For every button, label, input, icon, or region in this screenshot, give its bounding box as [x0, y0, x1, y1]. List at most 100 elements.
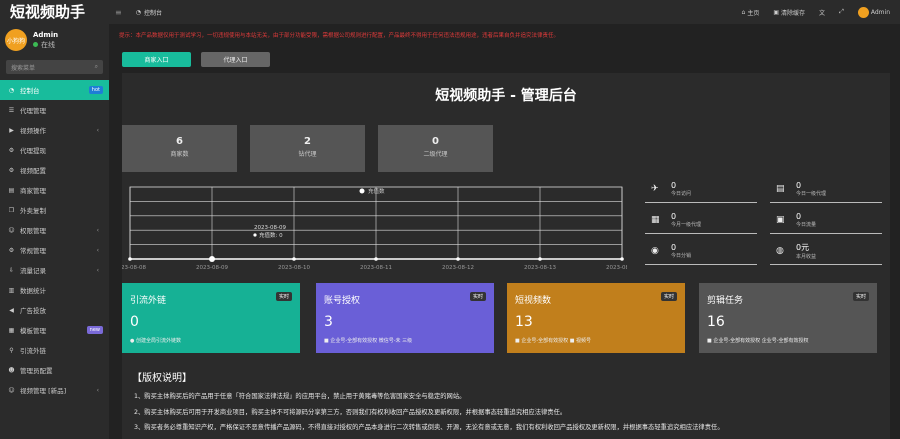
stat-value: 2 [304, 136, 311, 147]
sidebar-item-label: 常规管理 [20, 247, 46, 255]
app-logo[interactable]: 短视频助手 [0, 0, 109, 24]
user-name: Admin [33, 30, 59, 39]
card-tag: 实时 [852, 292, 869, 301]
recharge-line-chart: 2023-08-08 2023-08-09 2023-08-10 2023-08-11… [122, 186, 627, 271]
fullscreen-icon[interactable]: ⤢ [839, 8, 844, 16]
sidebar-item[interactable]: ⚲ 引流外链 [0, 340, 109, 360]
video-icon: ▶ [9, 126, 14, 134]
sidebar-item-label: 代理管理 [20, 107, 46, 115]
home-label: 主页 [747, 9, 760, 17]
wallet-icon: ◍ [776, 246, 784, 256]
card-title: 引流外链 [130, 296, 167, 306]
mini-stat: ▦ 0 今月一级代理 [645, 207, 757, 234]
sidebar-item[interactable]: ▦ 模板管理 new [0, 320, 109, 340]
id-card-icon: ▤ [776, 184, 785, 194]
search-icon[interactable]: ⌕ [95, 63, 98, 71]
sidebar-item[interactable]: ◔ 控制台 hot [0, 80, 109, 100]
user-menu-label: Admin [870, 8, 890, 16]
summary-card[interactable]: 引流外链 实时 0 ● 创建全局引流外链数 [122, 283, 300, 353]
group-icon: ☺ [8, 226, 15, 234]
mini-stat: ▣ 0 今日流量 [770, 207, 882, 234]
tab-label: 控制台 [143, 9, 162, 17]
main-content: 提示：本产品数据仅用于测试学习，一切违规使用与本站无关，由于部分功能受限，需根据… [109, 24, 900, 439]
gear-icon: ⚙ [8, 146, 15, 154]
mini-stat-value: 0 [671, 212, 677, 221]
mini-stat-label: 今日访问 [671, 191, 692, 197]
mini-stat: ◉ 0 今日分销 [645, 238, 757, 265]
summary-card[interactable]: 短视频数 实时 13 ■ 企业号-全部有效授权 ■ 视频号 [507, 283, 685, 353]
sidebar-item-label: 视频配置 [20, 167, 46, 175]
card-title: 短视频数 [515, 296, 552, 306]
sidebar-item[interactable]: ▤ 商家管理 [0, 180, 109, 200]
terms-list: 1、购买主体购买后的产品用于任意「符合国家法律法规」的应用平台，禁止用于黄赌毒等… [134, 389, 884, 436]
dashboard-icon: ◔ [135, 8, 141, 16]
clear-cache-button[interactable]: ▣ 清除缓存 [773, 8, 805, 17]
sidebar-item[interactable]: ☰ 代理管理 [0, 100, 109, 120]
avatar-small [857, 6, 869, 18]
clear-cache-label: 清除缓存 [781, 9, 806, 17]
mini-stat: ▤ 0 今日一级代理 [770, 176, 882, 203]
x-tick-label: 2023-08-10 [278, 265, 310, 271]
tab-dashboard[interactable]: ◔ 控制台 [136, 8, 162, 17]
mini-stats-grid: ✈ 0 今日访问 ▤ 0 今日一级代理 ▦ 0 今月一级代理 ▣ 0 今日流量 ◉ 0 今日分销 ◍ 0元 本月收… [645, 176, 885, 268]
sidebar-item[interactable]: ⚙ 视频配置 [0, 160, 109, 180]
user-panel: 小狗狗 Admin 在线 [0, 24, 109, 56]
term-item: 3、购买者务必尊重知识产权，严格保证不恶意传播产品源码，不得直接对授权的产品本身… [134, 424, 724, 431]
mini-stat-value: 0 [796, 212, 802, 221]
dashboard-panel: 短视频助手 - 管理后台 6 商家数 2 钻代理 0 二级代理 2023-08-… [122, 73, 890, 439]
sidebar-item[interactable]: ☻ 管理员配置 [0, 360, 109, 380]
mini-stat-label: 今日分销 [671, 253, 692, 259]
sidebar-item[interactable]: ❐ 外卖复制 [0, 200, 109, 220]
calendar-icon: ▦ [651, 215, 660, 225]
stat-label: 二级代理 [423, 151, 448, 158]
download-icon: ⇩ [8, 266, 15, 274]
x-tick-label: 2023-08-09 [196, 265, 228, 271]
merchant-entry-button[interactable]: 商家入口 [122, 52, 191, 67]
sidebar-item[interactable]: ⇩ 流量记录 ‹ [0, 260, 109, 280]
term-item: 2、购买主体购买后可用于开发商业项目，购买主体不可将源码分享第三方，否则我们有权… [134, 408, 567, 416]
sidebar-badge: new [86, 326, 103, 334]
mini-stat-value: 0 [671, 181, 677, 190]
legend-label: 充值数 [368, 187, 385, 195]
avatar[interactable]: 小狗狗 [5, 29, 27, 51]
card-value: 3 [324, 314, 333, 330]
menu-toggle-icon[interactable]: ≡ [115, 8, 122, 17]
home-icon: ⌂ [741, 8, 746, 16]
data-point [538, 257, 542, 261]
sidebar-item[interactable]: ☺ 视频管理 [新品] ‹ [0, 380, 109, 400]
sidebar-item-label: 权限管理 [20, 227, 46, 235]
user-circle-icon: ◉ [651, 246, 659, 256]
summary-card[interactable]: 剪辑任务 实时 16 ■ 企业号-全部有效授权 企业号-全部有效授权 [699, 283, 877, 353]
chevron-left-icon: ‹ [96, 246, 99, 254]
summary-card[interactable]: 账号授权 实时 3 ■ 企业号-全部有效授权 微信号-未 三级 [316, 283, 494, 353]
home-link[interactable]: ⌂ 主页 [742, 8, 760, 17]
notice-text: 提示：本产品数据仅用于测试学习，一切违规使用与本站无关，由于部分功能受限，需根据… [119, 33, 560, 39]
language-icon[interactable]: 文 [819, 8, 825, 17]
sidebar: 短视频助手 小狗狗 Admin 在线 搜索菜单 ⌕ ◔ 控制台 hot ☰ 代理管理 ▶ 视… [0, 0, 109, 439]
card-title: 剪辑任务 [707, 296, 744, 306]
x-tick-label: 2023-08-12 [442, 265, 474, 271]
search-input[interactable]: 搜索菜单 ⌕ [6, 60, 103, 74]
data-point [620, 257, 624, 261]
mini-stat-value: 0 [671, 243, 677, 252]
sidebar-item-label: 数据统计 [20, 287, 46, 295]
tooltip-value: 充值数: 0 [259, 231, 283, 239]
sidebar-item[interactable]: ☺ 权限管理 ‹ [0, 220, 109, 240]
calendar-plus-icon: ▣ [776, 215, 785, 225]
user-icon: ☻ [8, 366, 15, 374]
sidebar-item-label: 流量记录 [20, 267, 46, 275]
sidebar-item[interactable]: ◀ 广告投放 [0, 300, 109, 320]
sidebar-item[interactable]: ⚙ 代理提现 [0, 140, 109, 160]
tooltip-marker [253, 233, 257, 237]
user-menu[interactable]: Admin [857, 6, 890, 18]
agent-entry-button[interactable]: 代理入口 [201, 52, 270, 67]
mini-stat: ✈ 0 今日访问 [645, 176, 757, 203]
sidebar-item[interactable]: ▥ 数据统计 [0, 280, 109, 300]
chart-icon: ▥ [8, 286, 15, 294]
user-status-label: 在线 [41, 40, 55, 49]
sidebar-item[interactable]: ▶ 视频操作 ‹ [0, 120, 109, 140]
card-tag: 实时 [469, 292, 486, 301]
card-value: 0 [130, 314, 139, 330]
gear-icon: ⚙ [8, 246, 15, 254]
sidebar-item[interactable]: ⚙ 常规管理 ‹ [0, 240, 109, 260]
